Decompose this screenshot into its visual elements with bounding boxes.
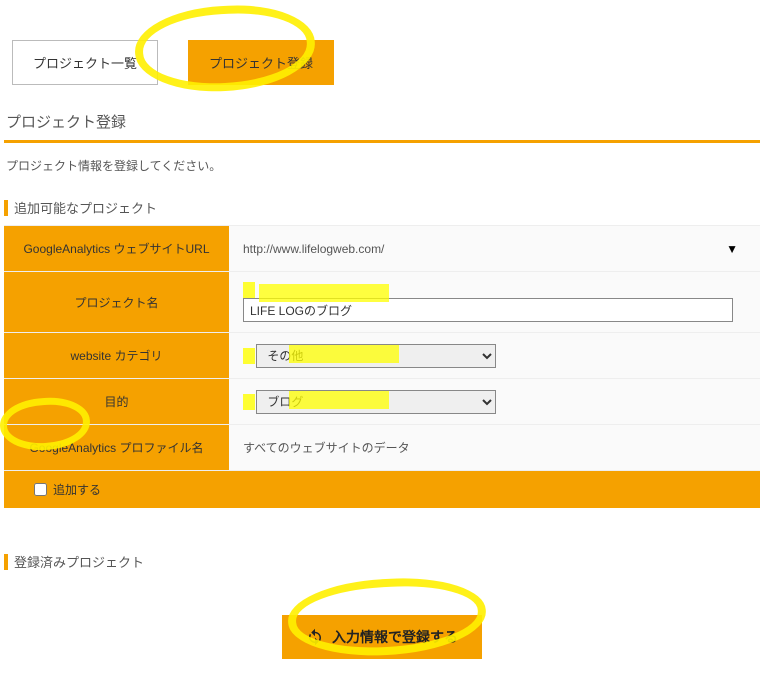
heading-bar-icon <box>4 200 8 216</box>
value-profile: すべてのウェブサイトのデータ <box>229 425 760 471</box>
submit-label: 入力情報で登録する <box>332 627 458 647</box>
heading-bar-icon <box>4 554 8 570</box>
project-name-input[interactable] <box>243 298 733 322</box>
section-heading-label: 登録済みプロジェクト <box>14 552 144 571</box>
category-select[interactable]: その他 <box>256 344 496 368</box>
highlight-marker <box>243 394 255 410</box>
row-name: プロジェクト名 <box>4 272 760 333</box>
add-label: 追加する <box>53 481 101 498</box>
value-url[interactable]: http://www.lifelogweb.com/ ▼ <box>229 226 760 272</box>
label-name: プロジェクト名 <box>4 272 229 333</box>
profile-text: すべてのウェブサイトのデータ <box>243 441 410 455</box>
refresh-icon <box>306 628 324 646</box>
chevron-down-icon[interactable]: ▼ <box>726 242 746 256</box>
url-text: http://www.lifelogweb.com/ <box>243 242 384 256</box>
label-profile: GoogleAnalytics プロファイル名 <box>4 425 229 471</box>
label-url: GoogleAnalytics ウェブサイトURL <box>4 226 229 272</box>
section-heading-label: 追加可能なプロジェクト <box>14 198 157 217</box>
submit-area: 入力情報で登録する <box>4 579 760 695</box>
purpose-select[interactable]: ブログ <box>256 390 496 414</box>
page-title: プロジェクト登録 <box>4 93 760 140</box>
add-checkbox[interactable] <box>34 483 47 496</box>
label-purpose: 目的 <box>4 379 229 425</box>
row-purpose: 目的 ブログ <box>4 379 760 425</box>
add-row: 追加する <box>4 471 760 508</box>
section-heading-added: 登録済みプロジェクト <box>4 548 760 579</box>
submit-button[interactable]: 入力情報で登録する <box>282 615 482 659</box>
highlight-marker <box>243 348 255 364</box>
tab-project-list[interactable]: プロジェクト一覧 <box>12 40 158 85</box>
section-heading-addable: 追加可能なプロジェクト <box>4 194 760 225</box>
row-profile: GoogleAnalytics プロファイル名 すべてのウェブサイトのデータ <box>4 425 760 471</box>
label-category: website カテゴリ <box>4 333 229 379</box>
row-url: GoogleAnalytics ウェブサイトURL http://www.lif… <box>4 226 760 272</box>
row-category: website カテゴリ その他 <box>4 333 760 379</box>
tab-project-register[interactable]: プロジェクト登録 <box>188 40 334 85</box>
highlight-marker <box>243 282 255 298</box>
tab-bar: プロジェクト一覧 プロジェクト登録 <box>4 0 760 93</box>
helper-text: プロジェクト情報を登録してください。 <box>4 143 760 194</box>
project-form-table: GoogleAnalytics ウェブサイトURL http://www.lif… <box>4 225 760 471</box>
